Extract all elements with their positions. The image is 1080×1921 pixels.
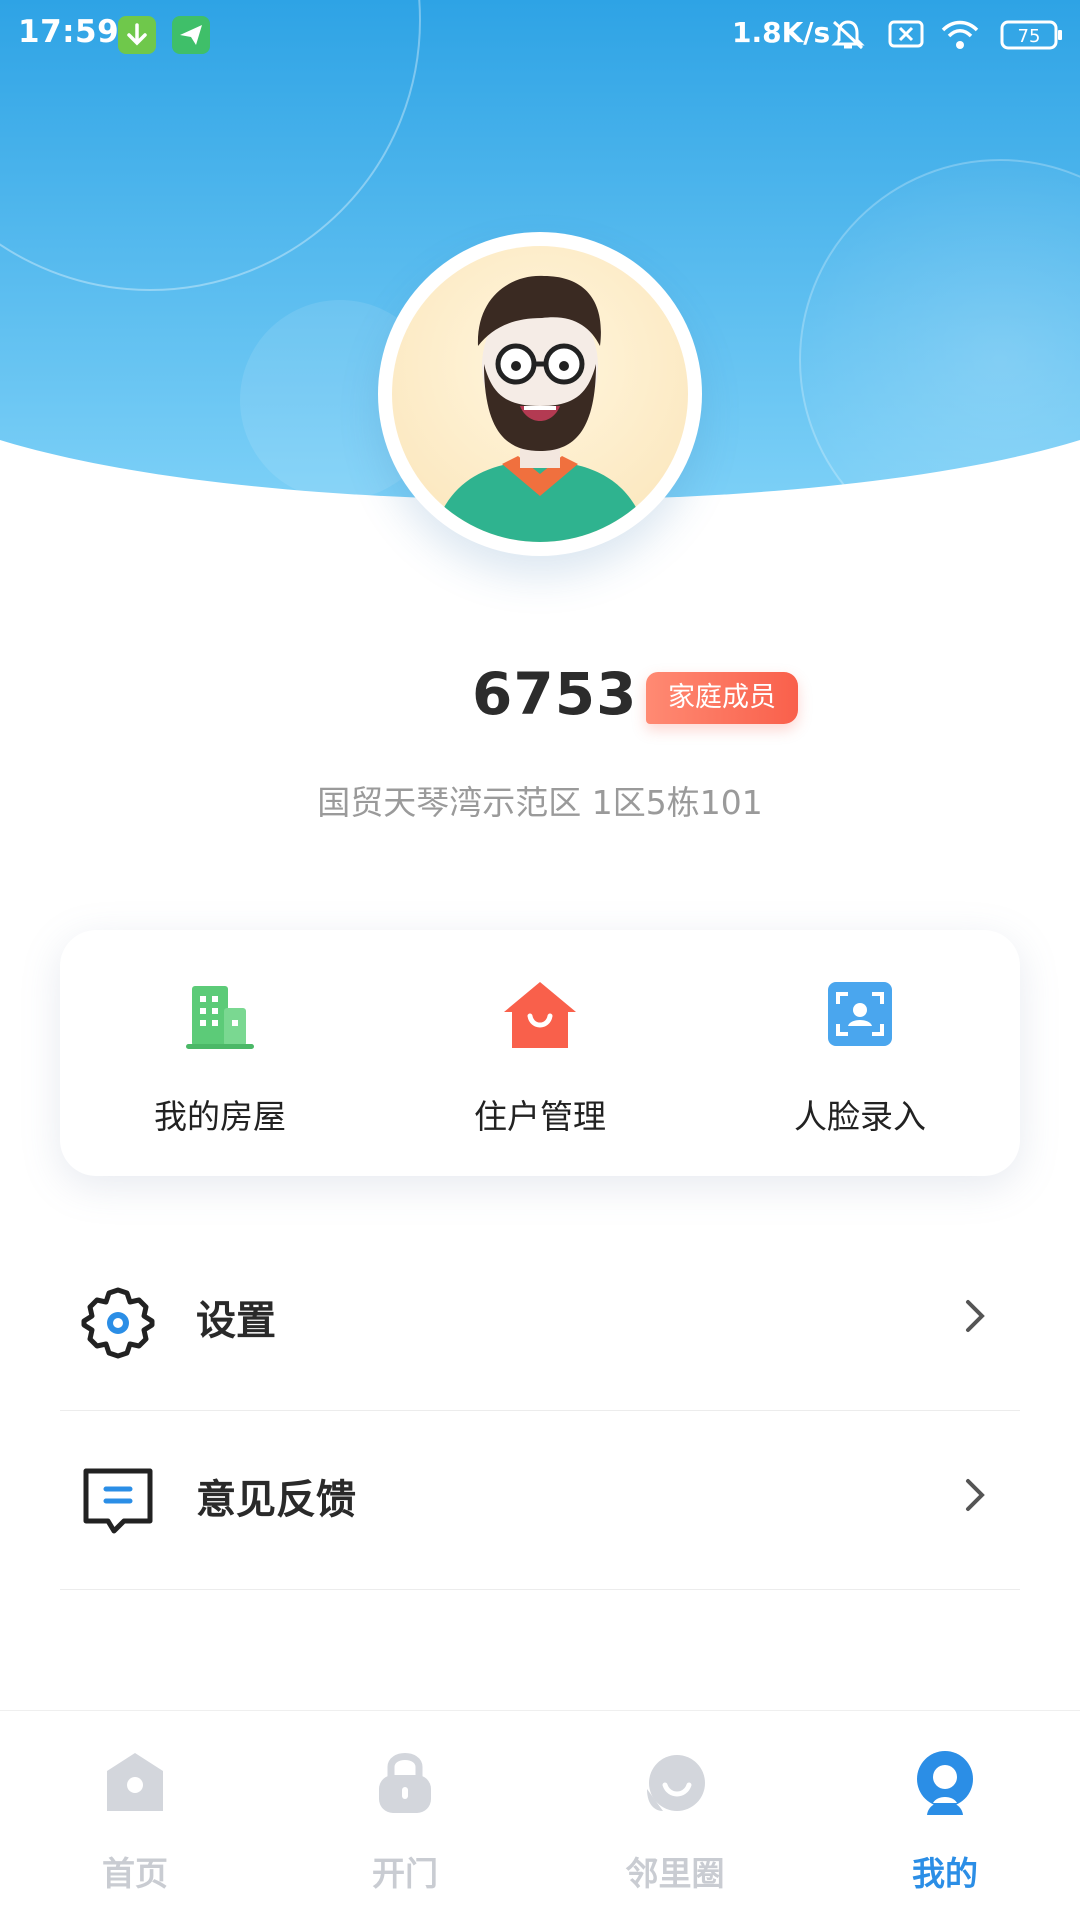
tab-open-door[interactable]: 开门 — [270, 1749, 540, 1899]
tab-label: 我的 — [912, 1854, 978, 1893]
gear-icon — [78, 1284, 158, 1366]
battery-level: 75 — [1018, 26, 1041, 47]
quick-action-label: 住户管理 — [474, 1097, 606, 1136]
menu-item-feedback[interactable]: 意见反馈 — [60, 1411, 1020, 1590]
tab-profile[interactable]: 我的 — [810, 1749, 1080, 1899]
wifi-icon — [940, 18, 980, 56]
menu-item-settings[interactable]: 设置 — [60, 1232, 1020, 1411]
menu-item-label: 意见反馈 — [196, 1477, 356, 1523]
menu-item-label: 设置 — [196, 1298, 276, 1344]
face-scan-icon — [820, 978, 900, 1054]
avatar-image — [392, 246, 688, 542]
sim-off-icon — [888, 18, 924, 54]
quick-action-label: 人脸录入 — [794, 1097, 926, 1136]
tab-label: 开门 — [372, 1854, 438, 1893]
chevron-right-icon — [964, 1477, 986, 1517]
address-text: 国贸天琴湾示范区 1区5栋101 — [317, 783, 763, 822]
network-speed: 1.8K/s — [732, 16, 831, 49]
bottom-tab-bar: 首页 开门 邻里圈 我的 — [0, 1710, 1080, 1921]
tab-label: 邻里圈 — [625, 1854, 725, 1893]
building-icon — [180, 978, 260, 1054]
quick-action-my-house[interactable]: 我的房屋 — [60, 978, 380, 1148]
status-bar: 17:59 1.8K/s 75 — [0, 0, 1080, 72]
community-icon — [643, 1749, 707, 1817]
tab-label: 首页 — [102, 1854, 168, 1893]
tab-home[interactable]: 首页 — [0, 1749, 270, 1899]
username: 6753 — [472, 660, 638, 728]
house-smile-icon — [500, 978, 580, 1054]
role-badge: 家庭成员 — [646, 672, 798, 724]
quick-actions-card: 我的房屋 住户管理 人脸录入 — [60, 930, 1020, 1176]
profile-icon — [913, 1749, 977, 1817]
quick-action-label: 我的房屋 — [154, 1097, 286, 1136]
home-icon — [103, 1749, 167, 1817]
download-icon — [118, 16, 156, 54]
quick-action-face-enroll[interactable]: 人脸录入 — [700, 978, 1020, 1148]
mute-icon — [830, 18, 866, 56]
send-icon — [172, 16, 210, 54]
tab-neighborhood[interactable]: 邻里圈 — [540, 1749, 810, 1899]
feedback-icon — [78, 1463, 158, 1545]
avatar[interactable] — [378, 232, 702, 556]
chevron-right-icon — [964, 1298, 986, 1338]
quick-action-resident-management[interactable]: 住户管理 — [380, 978, 700, 1148]
battery-icon: 75 — [1000, 18, 1064, 56]
lock-icon — [373, 1749, 437, 1817]
status-time: 17:59 — [18, 14, 120, 50]
